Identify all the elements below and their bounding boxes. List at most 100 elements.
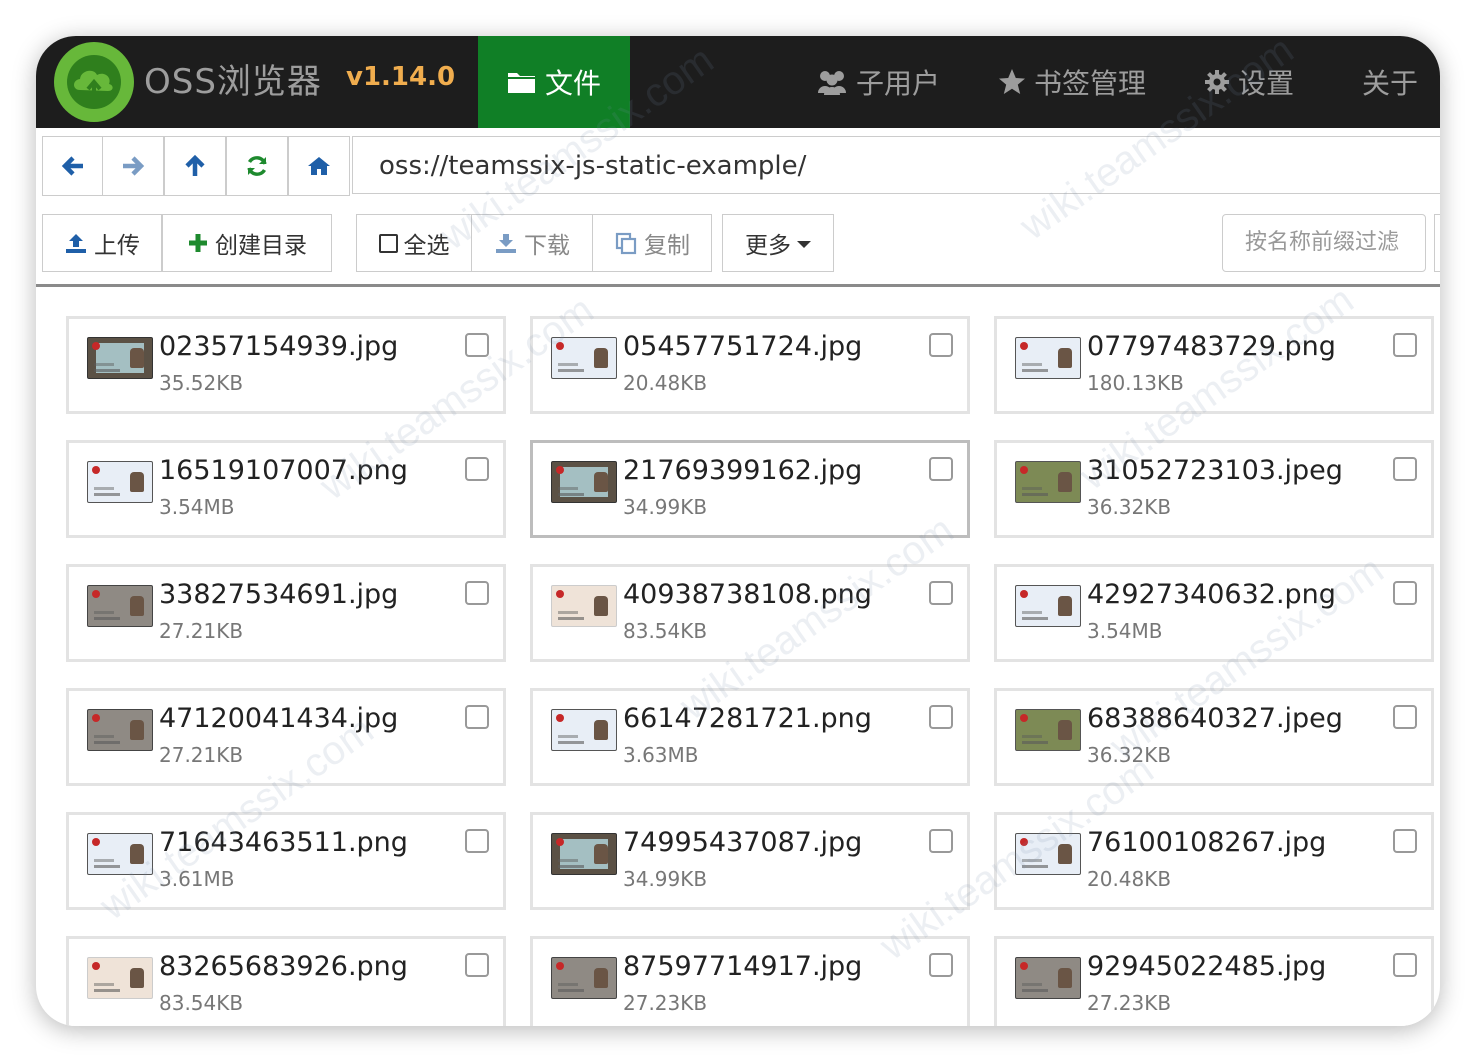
file-card[interactable]: 16519107007.png 3.54MB xyxy=(66,440,506,538)
forward-button[interactable] xyxy=(102,136,164,196)
file-name[interactable]: 74995437087.jpg xyxy=(623,827,862,858)
file-name[interactable]: 71643463511.png xyxy=(159,827,408,858)
star-icon xyxy=(999,69,1025,94)
copy-label: 复制 xyxy=(644,233,690,259)
file-thumbnail[interactable] xyxy=(551,337,617,379)
file-size: 34.99KB xyxy=(623,867,708,891)
file-thumbnail[interactable] xyxy=(551,461,617,503)
file-card[interactable]: 76100108267.jpg 20.48KB xyxy=(994,812,1434,910)
file-thumbnail[interactable] xyxy=(87,957,153,999)
file-thumbnail[interactable] xyxy=(1015,585,1081,627)
file-thumbnail[interactable] xyxy=(1015,461,1081,503)
file-card[interactable]: 74995437087.jpg 34.99KB xyxy=(530,812,970,910)
file-thumbnail[interactable] xyxy=(87,461,153,503)
file-checkbox[interactable] xyxy=(1393,953,1417,977)
file-card[interactable]: 02357154939.jpg 35.52KB xyxy=(66,316,506,414)
file-checkbox[interactable] xyxy=(465,581,489,605)
file-size: 3.54MB xyxy=(1087,619,1163,643)
file-size: 83.54KB xyxy=(159,991,244,1015)
file-card[interactable]: 21769399162.jpg 34.99KB xyxy=(530,440,970,538)
file-thumbnail[interactable] xyxy=(551,585,617,627)
file-checkbox[interactable] xyxy=(929,953,953,977)
select-all-button[interactable]: 全选 xyxy=(356,214,472,272)
file-card[interactable]: 07797483729.png 180.13KB xyxy=(994,316,1434,414)
file-thumbnail[interactable] xyxy=(1015,337,1081,379)
nav-bookmarks[interactable]: 书签管理 xyxy=(998,36,1146,128)
file-card[interactable]: 66147281721.png 3.63MB xyxy=(530,688,970,786)
file-card[interactable]: 33827534691.jpg 27.21KB xyxy=(66,564,506,662)
upload-button[interactable]: 上传 xyxy=(42,214,162,272)
file-thumbnail[interactable] xyxy=(1015,833,1081,875)
refresh-button[interactable] xyxy=(226,136,288,196)
file-name[interactable]: 76100108267.jpg xyxy=(1087,827,1326,858)
file-thumbnail[interactable] xyxy=(87,337,153,379)
file-card[interactable]: 83265683926.png 83.54KB xyxy=(66,936,506,1026)
file-checkbox[interactable] xyxy=(929,829,953,853)
file-grid: 02357154939.jpg 35.52KB 05457751724.jpg 20.… xyxy=(66,316,1440,1026)
file-thumbnail[interactable] xyxy=(87,833,153,875)
nav-subusers[interactable]: 子用户 xyxy=(816,36,940,128)
nav-tab-files[interactable]: 文件 xyxy=(478,36,630,128)
create-directory-button[interactable]: 创建目录 xyxy=(162,214,332,272)
file-name[interactable]: 40938738108.png xyxy=(623,579,872,610)
home-button[interactable] xyxy=(288,136,350,196)
file-checkbox[interactable] xyxy=(465,457,489,481)
file-name[interactable]: 07797483729.png xyxy=(1087,331,1336,362)
file-checkbox[interactable] xyxy=(1393,705,1417,729)
nav-settings[interactable]: 设置 xyxy=(1204,36,1294,128)
file-thumbnail[interactable] xyxy=(551,709,617,751)
file-thumbnail[interactable] xyxy=(551,957,617,999)
file-thumbnail[interactable] xyxy=(551,833,617,875)
file-name[interactable]: 47120041434.jpg xyxy=(159,703,398,734)
file-card[interactable]: 42927340632.png 3.54MB xyxy=(994,564,1434,662)
filter-input[interactable]: 按名称前缀过滤 xyxy=(1222,214,1426,272)
back-button[interactable] xyxy=(42,136,104,196)
file-card[interactable]: 31052723103.jpeg 36.32KB xyxy=(994,440,1434,538)
file-checkbox[interactable] xyxy=(1393,829,1417,853)
file-card[interactable]: 40938738108.png 83.54KB xyxy=(530,564,970,662)
file-size: 20.48KB xyxy=(623,371,708,395)
file-name[interactable]: 31052723103.jpeg xyxy=(1087,455,1343,486)
file-name[interactable]: 05457751724.jpg xyxy=(623,331,862,362)
file-card[interactable]: 05457751724.jpg 20.48KB xyxy=(530,316,970,414)
file-card[interactable]: 92945022485.jpg 27.23KB xyxy=(994,936,1434,1026)
file-size: 83.54KB xyxy=(623,619,708,643)
file-checkbox[interactable] xyxy=(929,705,953,729)
file-thumbnail[interactable] xyxy=(87,585,153,627)
file-card[interactable]: 87597714917.jpg 27.23KB xyxy=(530,936,970,1026)
file-checkbox[interactable] xyxy=(465,705,489,729)
file-name[interactable]: 87597714917.jpg xyxy=(623,951,862,982)
file-card[interactable]: 68388640327.jpeg 36.32KB xyxy=(994,688,1434,786)
file-thumbnail[interactable] xyxy=(1015,709,1081,751)
file-name[interactable]: 42927340632.png xyxy=(1087,579,1336,610)
file-card[interactable]: 71643463511.png 3.61MB xyxy=(66,812,506,910)
file-checkbox[interactable] xyxy=(1393,333,1417,357)
app-name: OSS浏览器 xyxy=(144,62,322,102)
file-name[interactable]: 21769399162.jpg xyxy=(623,455,862,486)
file-checkbox[interactable] xyxy=(465,333,489,357)
file-name[interactable]: 16519107007.png xyxy=(159,455,408,486)
file-checkbox[interactable] xyxy=(465,829,489,853)
file-checkbox[interactable] xyxy=(465,953,489,977)
file-checkbox[interactable] xyxy=(929,581,953,605)
file-thumbnail[interactable] xyxy=(1015,957,1081,999)
file-name[interactable]: 02357154939.jpg xyxy=(159,331,398,362)
file-thumbnail[interactable] xyxy=(87,709,153,751)
file-name[interactable]: 83265683926.png xyxy=(159,951,408,982)
file-checkbox[interactable] xyxy=(1393,581,1417,605)
file-name[interactable]: 66147281721.png xyxy=(623,703,872,734)
file-name[interactable]: 92945022485.jpg xyxy=(1087,951,1326,982)
more-dropdown[interactable]: 更多 xyxy=(722,214,834,272)
file-checkbox[interactable] xyxy=(1393,457,1417,481)
up-button[interactable] xyxy=(164,136,226,196)
file-name[interactable]: 33827534691.jpg xyxy=(159,579,398,610)
nav-about[interactable]: 关于 xyxy=(1362,36,1418,128)
nav-about-label: 关于 xyxy=(1362,67,1419,100)
file-card[interactable]: 47120041434.jpg 27.21KB xyxy=(66,688,506,786)
copy-button[interactable]: 复制 xyxy=(592,214,712,272)
file-checkbox[interactable] xyxy=(929,333,953,357)
file-name[interactable]: 68388640327.jpeg xyxy=(1087,703,1343,734)
address-input[interactable]: oss://teamssix-js-static-example/ xyxy=(352,136,1440,194)
file-checkbox[interactable] xyxy=(929,457,953,481)
download-button[interactable]: 下载 xyxy=(471,214,593,272)
